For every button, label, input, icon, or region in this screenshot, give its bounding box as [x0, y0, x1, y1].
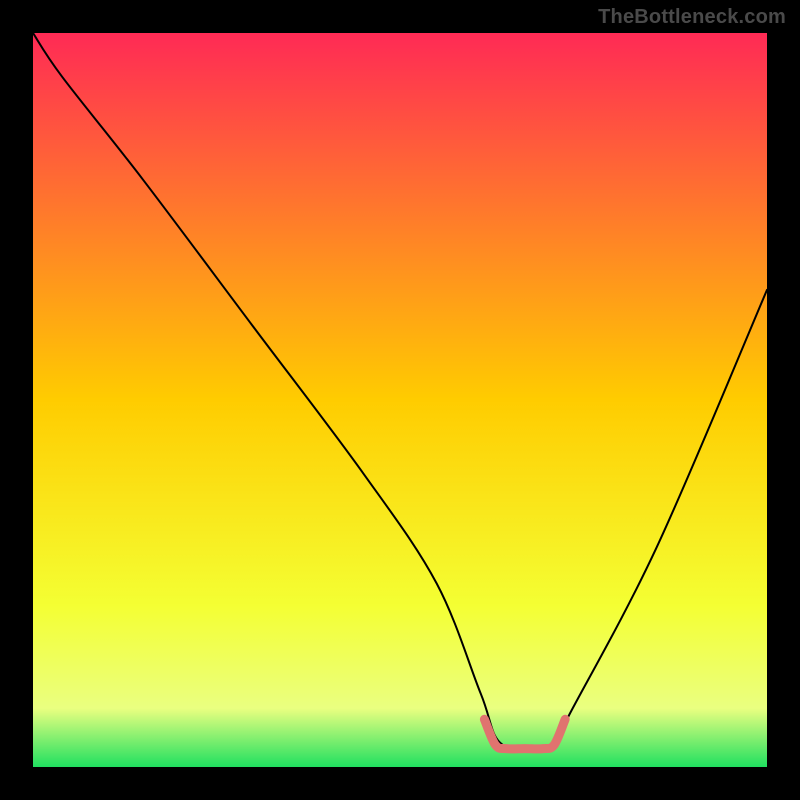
gradient-background	[33, 33, 767, 767]
plot-area	[33, 33, 767, 767]
chart-svg	[33, 33, 767, 767]
chart-frame: TheBottleneck.com	[0, 0, 800, 800]
watermark-label: TheBottleneck.com	[598, 6, 786, 29]
